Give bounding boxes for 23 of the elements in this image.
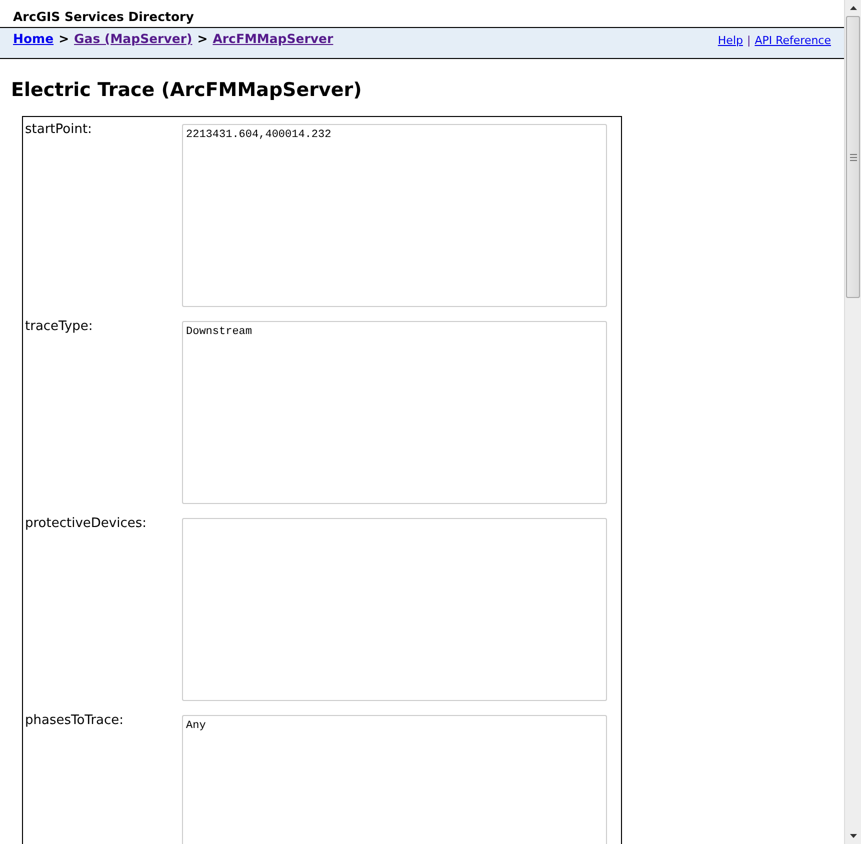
breadcrumb-link[interactable]: Home <box>13 31 54 46</box>
site-title: ArcGIS Services Directory <box>13 9 194 24</box>
field-label: traceType: <box>25 319 94 334</box>
input-field[interactable]: 2213431.604,400014.232 <box>182 124 607 307</box>
field-label: startPoint: <box>25 122 93 137</box>
scrollbar-thumb[interactable] <box>846 16 860 298</box>
nav-link[interactable]: API Reference <box>754 34 831 47</box>
nav-link[interactable]: Help <box>718 34 743 47</box>
grip-icon <box>850 154 856 160</box>
input-field[interactable]: Downstream <box>182 321 607 504</box>
scroll-up-icon[interactable] <box>850 6 856 10</box>
field-label: protectiveDevices: <box>25 516 148 531</box>
breadcrumb-separator: > <box>58 31 70 46</box>
scroll-down-icon[interactable] <box>850 834 856 838</box>
link-separator: | <box>746 34 751 47</box>
breadcrumb-separator: > <box>197 31 208 46</box>
breadcrumb-link[interactable]: ArcFMMapServer <box>212 31 334 46</box>
breadcrumb-link[interactable]: Gas (MapServer) <box>74 31 192 46</box>
scrollbar[interactable] <box>844 0 861 844</box>
field-label: phasesToTrace: <box>25 713 125 728</box>
input-field[interactable] <box>182 518 607 701</box>
page-title: Electric Trace (ArcFMMapServer) <box>11 78 363 102</box>
input-field[interactable]: Any <box>182 715 607 844</box>
